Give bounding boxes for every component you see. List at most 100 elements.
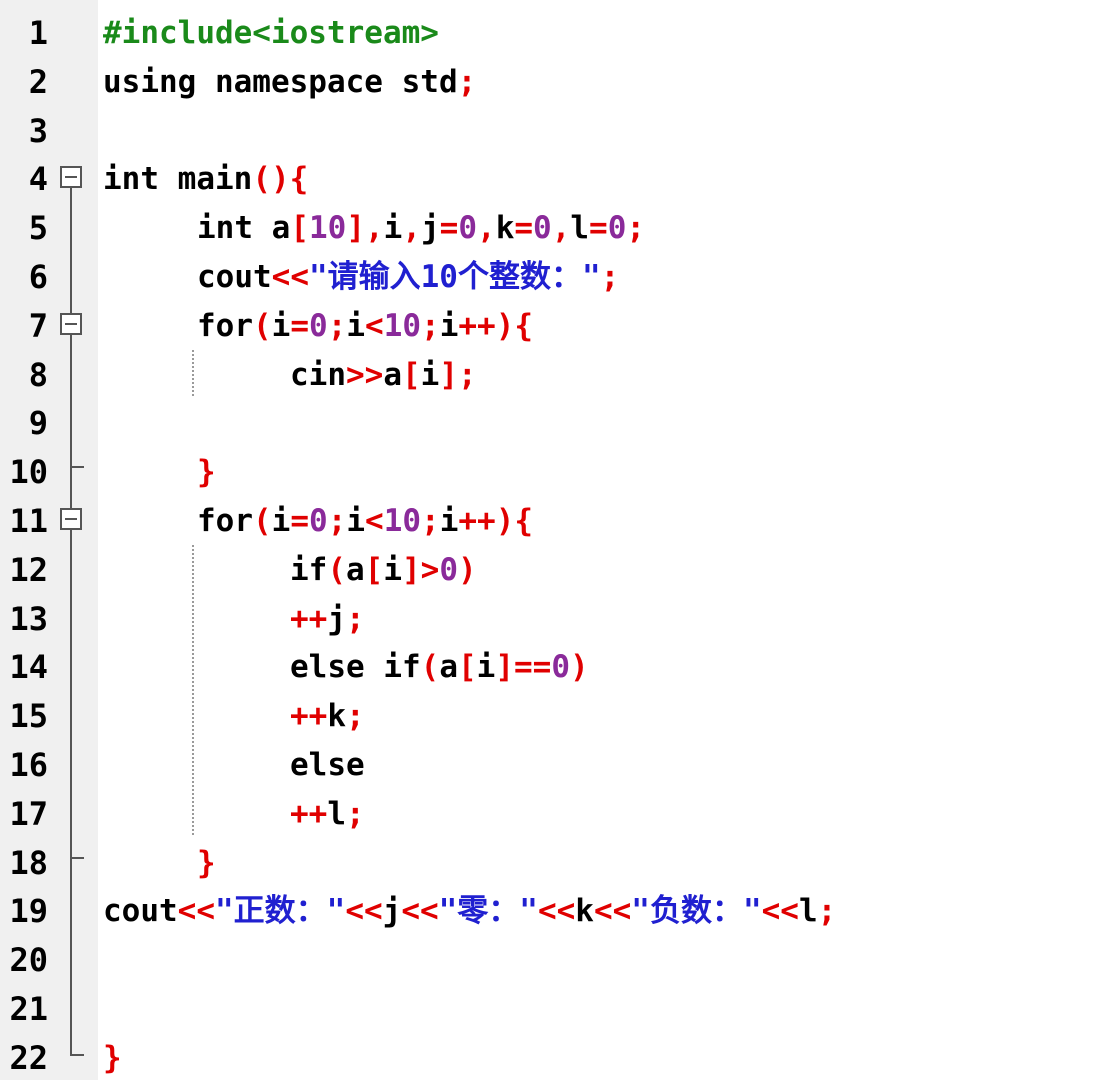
code-token-default: i xyxy=(420,356,440,393)
line-number: 15 xyxy=(9,697,48,736)
code-token-operator: } xyxy=(103,1039,122,1076)
code-token-operator: ( xyxy=(253,307,272,344)
code-token-number: 0 xyxy=(309,307,328,344)
code-token-operator: (){ xyxy=(252,161,309,198)
code-token-default: for xyxy=(197,307,253,344)
code-token-default: if xyxy=(290,551,328,588)
code-token-operator: ; xyxy=(817,893,837,930)
code-line[interactable]: 7 for(i=0;i<10;i++){ xyxy=(0,302,1097,350)
code-token-operator: } xyxy=(197,454,216,491)
line-code: int main(){ xyxy=(103,155,308,203)
code-token-default: cout xyxy=(103,893,178,930)
line-number: 3 xyxy=(28,111,48,150)
code-token-operator: } xyxy=(197,844,216,881)
code-token-operator: ; xyxy=(421,307,440,344)
code-token-operator: ++ xyxy=(290,698,328,735)
line-number: 6 xyxy=(28,258,48,296)
line-code: cin>>a[i]; xyxy=(103,351,477,399)
code-token-string: "请输入10个整数：" xyxy=(308,259,601,295)
code-token-operator: << xyxy=(593,893,632,930)
line-number: 18 xyxy=(9,843,48,882)
code-line[interactable]: 4 int main(){ xyxy=(0,155,1097,203)
code-editor[interactable]: 1 #include<iostream> 2 using namespace std;… xyxy=(0,0,1097,1080)
code-line[interactable]: 17 ++l; xyxy=(0,790,1097,838)
code-token-default: j xyxy=(421,210,440,247)
code-token-operator: ++ xyxy=(290,600,328,637)
code-token-default: l xyxy=(798,893,818,930)
line-code: for(i=0;i<10;i++){ xyxy=(103,302,533,350)
code-line[interactable]: 1 #include<iostream> xyxy=(0,9,1097,57)
fold-end-for-1 xyxy=(70,466,84,468)
code-token-operator: , xyxy=(402,210,421,247)
code-token-operator: , xyxy=(477,210,496,247)
code-line[interactable]: 12 if(a[i]>0) xyxy=(0,546,1097,594)
code-line[interactable]: 13 ++j; xyxy=(0,595,1097,643)
code-token-operator: ( xyxy=(420,649,440,686)
code-token-default: using namespace std xyxy=(103,63,458,100)
code-token-operator: < xyxy=(365,503,384,539)
line-number: 8 xyxy=(28,355,48,394)
code-token-operator: [ xyxy=(458,649,477,686)
code-token-default: a xyxy=(346,551,365,588)
fold-end-main xyxy=(70,1054,84,1056)
code-line[interactable]: 3 xyxy=(0,107,1097,155)
code-line[interactable]: 16 else xyxy=(0,741,1097,789)
code-token-operator: ; xyxy=(600,259,620,295)
code-line[interactable]: 8 cin>>a[i]; xyxy=(0,351,1097,399)
code-line[interactable]: 22} xyxy=(0,1034,1097,1082)
code-line[interactable]: 21 xyxy=(0,985,1097,1033)
line-number: 10 xyxy=(9,453,48,492)
code-token-operator: ]== xyxy=(495,649,552,686)
code-token-operator: ; xyxy=(421,503,440,539)
code-token-default: k xyxy=(575,893,594,930)
code-token-operator: = xyxy=(439,210,459,247)
fold-toggle-main-icon[interactable] xyxy=(60,166,82,188)
code-line[interactable]: 2 using namespace std; xyxy=(0,58,1097,106)
code-token-default: i xyxy=(271,503,291,539)
code-token-operator: ]> xyxy=(402,551,440,588)
code-token-default: k xyxy=(327,698,346,735)
code-token-operator: << xyxy=(401,893,439,930)
fold-toggle-for-1-icon[interactable] xyxy=(60,313,82,335)
line-code: ++j; xyxy=(103,595,365,643)
code-line[interactable]: 15 ++k; xyxy=(0,692,1097,740)
code-token-default: j xyxy=(327,600,346,637)
code-token-default: a xyxy=(383,356,402,393)
line-code: int a[10],i,j=0,k=0,l=0; xyxy=(103,204,645,252)
line-code: else xyxy=(103,741,365,789)
line-number: 9 xyxy=(28,404,48,443)
code-line[interactable]: 18} xyxy=(0,839,1097,887)
line-number: 19 xyxy=(9,892,48,931)
line-number: 5 xyxy=(28,209,48,248)
code-token-default: i xyxy=(383,551,403,588)
code-token-operator: ++){ xyxy=(458,503,534,539)
code-token-default: i xyxy=(346,503,366,539)
code-line[interactable]: 11 for(i=0;i<10;i++){ xyxy=(0,497,1097,545)
code-line[interactable]: 9 xyxy=(0,399,1097,447)
code-token-default: i xyxy=(271,307,291,344)
line-number: 14 xyxy=(9,648,48,687)
code-token-string: "零：" xyxy=(438,893,538,930)
code-token-default: else if xyxy=(290,649,421,686)
line-number: 2 xyxy=(28,62,48,101)
fold-end-for-2 xyxy=(70,857,84,859)
code-token-default: i xyxy=(439,307,459,344)
code-token-operator: << xyxy=(271,259,309,295)
line-code: ++k; xyxy=(103,692,365,740)
line-number: 13 xyxy=(9,599,48,638)
code-token-operator: ++){ xyxy=(458,307,534,344)
line-code: } xyxy=(103,839,216,887)
line-number: 1 xyxy=(28,14,48,52)
code-token-operator: = xyxy=(514,210,534,247)
code-line[interactable]: 5 int a[10],i,j=0,k=0,l=0; xyxy=(0,204,1097,252)
code-line[interactable]: 6 cout<<"请输入10个整数："; xyxy=(0,253,1097,301)
line-number: 21 xyxy=(9,990,48,1028)
code-line[interactable]: 10} xyxy=(0,448,1097,496)
fold-toggle-for-2-icon[interactable] xyxy=(60,508,82,530)
code-line[interactable]: 19 cout<<"正数："<<j<<"零："<<k<<"负数："<<l; xyxy=(0,887,1097,935)
code-token-operator: = xyxy=(290,503,310,539)
code-line[interactable]: 14 else if(a[i]==0) xyxy=(0,643,1097,691)
code-line[interactable]: 20 xyxy=(0,936,1097,984)
code-token-default: int a xyxy=(197,210,291,247)
code-token-operator: ; xyxy=(626,210,646,247)
